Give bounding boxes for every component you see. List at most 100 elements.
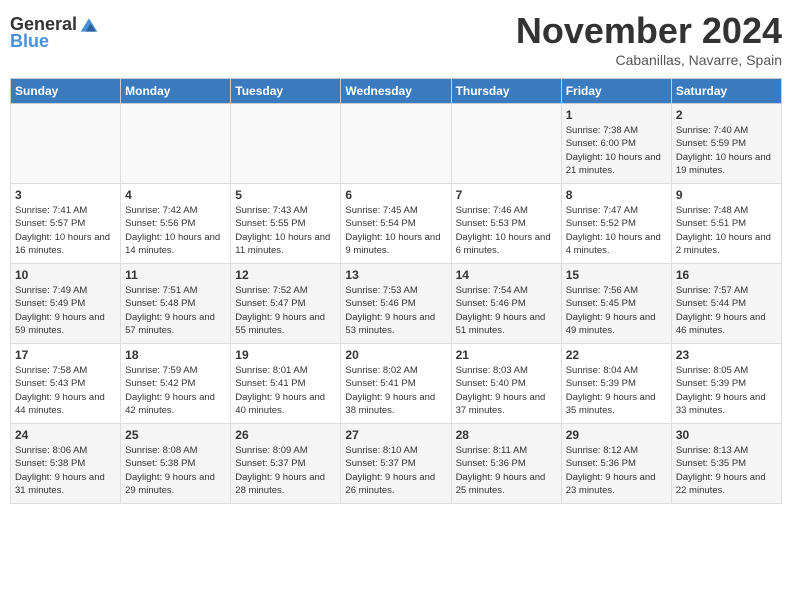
day-number: 29 — [566, 428, 667, 442]
day-info: Sunrise: 7:49 AM Sunset: 5:49 PM Dayligh… — [15, 284, 116, 337]
day-number: 8 — [566, 188, 667, 202]
logo-icon — [79, 15, 99, 35]
day-info: Sunrise: 7:47 AM Sunset: 5:52 PM Dayligh… — [566, 204, 667, 257]
day-info: Sunrise: 8:12 AM Sunset: 5:36 PM Dayligh… — [566, 444, 667, 497]
logo: General Blue — [10, 15, 99, 52]
day-info: Sunrise: 7:46 AM Sunset: 5:53 PM Dayligh… — [456, 204, 557, 257]
day-number: 20 — [345, 348, 446, 362]
calendar-cell: 22 Sunrise: 8:04 AM Sunset: 5:39 PM Dayli… — [561, 344, 671, 424]
day-number: 19 — [235, 348, 336, 362]
calendar-cell: 15 Sunrise: 7:56 AM Sunset: 5:45 PM Dayli… — [561, 264, 671, 344]
weekday-header: Thursday — [451, 79, 561, 104]
calendar-cell: 10 Sunrise: 7:49 AM Sunset: 5:49 PM Dayli… — [11, 264, 121, 344]
week-row: 17 Sunrise: 7:58 AM Sunset: 5:43 PM Dayli… — [11, 344, 782, 424]
day-number: 27 — [345, 428, 446, 442]
calendar-cell — [231, 104, 341, 184]
calendar-cell — [11, 104, 121, 184]
location: Cabanillas, Navarre, Spain — [516, 52, 782, 68]
week-row: 1 Sunrise: 7:38 AM Sunset: 6:00 PM Daylig… — [11, 104, 782, 184]
calendar-cell: 30 Sunrise: 8:13 AM Sunset: 5:35 PM Dayli… — [671, 424, 781, 504]
day-info: Sunrise: 8:01 AM Sunset: 5:41 PM Dayligh… — [235, 364, 336, 417]
day-number: 21 — [456, 348, 557, 362]
day-info: Sunrise: 7:57 AM Sunset: 5:44 PM Dayligh… — [676, 284, 777, 337]
calendar-cell: 2 Sunrise: 7:40 AM Sunset: 5:59 PM Daylig… — [671, 104, 781, 184]
calendar-cell: 7 Sunrise: 7:46 AM Sunset: 5:53 PM Daylig… — [451, 184, 561, 264]
calendar-cell — [121, 104, 231, 184]
calendar-cell: 19 Sunrise: 8:01 AM Sunset: 5:41 PM Dayli… — [231, 344, 341, 424]
calendar-cell: 4Sunrise: 7:42 AM Sunset: 5:56 PM Daylig… — [121, 184, 231, 264]
day-info: Sunrise: 7:40 AM Sunset: 5:59 PM Dayligh… — [676, 124, 777, 177]
day-number: 28 — [456, 428, 557, 442]
day-info: Sunrise: 8:09 AM Sunset: 5:37 PM Dayligh… — [235, 444, 336, 497]
calendar-cell: 1 Sunrise: 7:38 AM Sunset: 6:00 PM Daylig… — [561, 104, 671, 184]
calendar-cell: 14 Sunrise: 7:54 AM Sunset: 5:46 PM Dayli… — [451, 264, 561, 344]
calendar-cell: 3Sunrise: 7:41 AM Sunset: 5:57 PM Daylig… — [11, 184, 121, 264]
weekday-header: Saturday — [671, 79, 781, 104]
calendar-cell: 8 Sunrise: 7:47 AM Sunset: 5:52 PM Daylig… — [561, 184, 671, 264]
day-number: 14 — [456, 268, 557, 282]
day-info: Sunrise: 7:52 AM Sunset: 5:47 PM Dayligh… — [235, 284, 336, 337]
week-row: 3Sunrise: 7:41 AM Sunset: 5:57 PM Daylig… — [11, 184, 782, 264]
day-number: 18 — [125, 348, 226, 362]
calendar-table: SundayMondayTuesdayWednesdayThursdayFrid… — [10, 78, 782, 504]
day-info: Sunrise: 8:13 AM Sunset: 5:35 PM Dayligh… — [676, 444, 777, 497]
day-info: Sunrise: 8:04 AM Sunset: 5:39 PM Dayligh… — [566, 364, 667, 417]
day-number: 13 — [345, 268, 446, 282]
day-info: Sunrise: 7:43 AM Sunset: 5:55 PM Dayligh… — [235, 204, 336, 257]
day-info: Sunrise: 8:05 AM Sunset: 5:39 PM Dayligh… — [676, 364, 777, 417]
day-number: 24 — [15, 428, 116, 442]
day-info: Sunrise: 7:48 AM Sunset: 5:51 PM Dayligh… — [676, 204, 777, 257]
day-info: Sunrise: 7:53 AM Sunset: 5:46 PM Dayligh… — [345, 284, 446, 337]
day-number: 15 — [566, 268, 667, 282]
day-number: 10 — [15, 268, 116, 282]
day-number: 9 — [676, 188, 777, 202]
calendar-cell: 24Sunrise: 8:06 AM Sunset: 5:38 PM Dayli… — [11, 424, 121, 504]
day-info: Sunrise: 7:51 AM Sunset: 5:48 PM Dayligh… — [125, 284, 226, 337]
calendar-cell: 26 Sunrise: 8:09 AM Sunset: 5:37 PM Dayli… — [231, 424, 341, 504]
day-info: Sunrise: 8:10 AM Sunset: 5:37 PM Dayligh… — [345, 444, 446, 497]
weekday-header: Wednesday — [341, 79, 451, 104]
calendar-cell — [341, 104, 451, 184]
day-number: 23 — [676, 348, 777, 362]
day-number: 7 — [456, 188, 557, 202]
day-number: 5 — [235, 188, 336, 202]
day-info: Sunrise: 7:54 AM Sunset: 5:46 PM Dayligh… — [456, 284, 557, 337]
day-info: Sunrise: 7:38 AM Sunset: 6:00 PM Dayligh… — [566, 124, 667, 177]
day-number: 26 — [235, 428, 336, 442]
day-number: 1 — [566, 108, 667, 122]
day-number: 25 — [125, 428, 226, 442]
calendar-cell: 21 Sunrise: 8:03 AM Sunset: 5:40 PM Dayli… — [451, 344, 561, 424]
weekday-header: Sunday — [11, 79, 121, 104]
calendar-cell: 5 Sunrise: 7:43 AM Sunset: 5:55 PM Daylig… — [231, 184, 341, 264]
day-number: 17 — [15, 348, 116, 362]
month-title: November 2024 — [516, 10, 782, 52]
calendar-cell: 13 Sunrise: 7:53 AM Sunset: 5:46 PM Dayli… — [341, 264, 451, 344]
day-info: Sunrise: 7:59 AM Sunset: 5:42 PM Dayligh… — [125, 364, 226, 417]
title-block: November 2024 Cabanillas, Navarre, Spain — [516, 10, 782, 68]
day-info: Sunrise: 8:08 AM Sunset: 5:38 PM Dayligh… — [125, 444, 226, 497]
day-number: 30 — [676, 428, 777, 442]
calendar-cell: 17 Sunrise: 7:58 AM Sunset: 5:43 PM Dayli… — [11, 344, 121, 424]
calendar-cell: 29 Sunrise: 8:12 AM Sunset: 5:36 PM Dayli… — [561, 424, 671, 504]
day-info: Sunrise: 7:56 AM Sunset: 5:45 PM Dayligh… — [566, 284, 667, 337]
week-row: 24Sunrise: 8:06 AM Sunset: 5:38 PM Dayli… — [11, 424, 782, 504]
day-number: 22 — [566, 348, 667, 362]
weekday-header: Tuesday — [231, 79, 341, 104]
day-info: Sunrise: 7:58 AM Sunset: 5:43 PM Dayligh… — [15, 364, 116, 417]
day-number: 11 — [125, 268, 226, 282]
day-number: 12 — [235, 268, 336, 282]
day-number: 16 — [676, 268, 777, 282]
calendar-cell: 6Sunrise: 7:45 AM Sunset: 5:54 PM Daylig… — [341, 184, 451, 264]
day-number: 6 — [345, 188, 446, 202]
week-row: 10 Sunrise: 7:49 AM Sunset: 5:49 PM Dayli… — [11, 264, 782, 344]
calendar-cell: 23 Sunrise: 8:05 AM Sunset: 5:39 PM Dayli… — [671, 344, 781, 424]
day-number: 2 — [676, 108, 777, 122]
day-info: Sunrise: 8:03 AM Sunset: 5:40 PM Dayligh… — [456, 364, 557, 417]
day-number: 4 — [125, 188, 226, 202]
calendar-cell — [451, 104, 561, 184]
calendar-cell: 16 Sunrise: 7:57 AM Sunset: 5:44 PM Dayli… — [671, 264, 781, 344]
day-info: Sunrise: 7:41 AM Sunset: 5:57 PM Dayligh… — [15, 204, 116, 257]
page-header: General Blue November 2024 Cabanillas, N… — [10, 10, 782, 68]
calendar-cell: 20 Sunrise: 8:02 AM Sunset: 5:41 PM Dayli… — [341, 344, 451, 424]
day-info: Sunrise: 8:02 AM Sunset: 5:41 PM Dayligh… — [345, 364, 446, 417]
